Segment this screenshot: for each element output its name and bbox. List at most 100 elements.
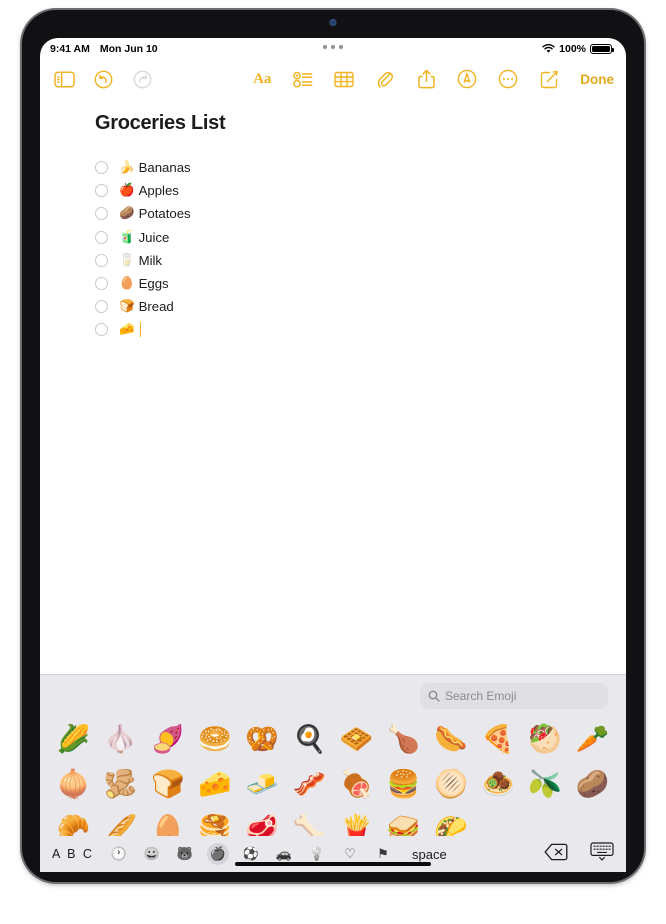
emoji-key[interactable]: 🍳 (293, 726, 327, 753)
list-item[interactable]: 🥛 Milk (95, 249, 626, 272)
space-key[interactable]: space (412, 847, 447, 862)
list-item[interactable]: 🍞 Bread (95, 295, 626, 318)
checkbox-icon[interactable] (95, 230, 108, 244)
emoji-key[interactable]: 🫓 (434, 771, 468, 798)
heart-icon: ♡ (344, 846, 356, 861)
ball-icon: ⚽ (242, 846, 260, 861)
list-item-emoji: 🍎 (119, 183, 135, 198)
emoji-key[interactable]: 🥙 (528, 726, 562, 753)
ipad-device-frame: 9:41 AM Mon Jun 10 100% Aa Done Grocerie… (22, 10, 644, 882)
ipad-screen: 9:41 AM Mon Jun 10 100% Aa Done Grocerie… (40, 38, 626, 872)
emoji-key[interactable]: 🍗 (387, 726, 421, 753)
delete-backward-icon[interactable] (544, 843, 568, 866)
abc-keyboard-button[interactable]: A B C (52, 847, 108, 861)
emoji-key[interactable]: 🧅 (57, 771, 91, 798)
flag-icon: ⚑ (377, 846, 389, 861)
ellipsis-circle-icon[interactable] (496, 67, 520, 91)
handle-dot (339, 45, 343, 49)
emoji-key[interactable]: 🥓 (293, 771, 327, 798)
status-date: Mon Jun 10 (99, 43, 158, 55)
status-bar: 9:41 AM Mon Jun 10 100% (40, 38, 626, 60)
emoji-key[interactable]: 🥔 (576, 771, 610, 798)
front-camera (329, 19, 337, 26)
home-indicator[interactable] (235, 862, 431, 866)
emoji-key[interactable]: 🍔 (387, 771, 421, 798)
emoji-grid: 🌽 🧄 🍠 🥯 🥨 🍳 🧇 🍗 🌭 🍕 🥙 🥕 🧅 🫚 🍞 🧀 🧈 🥓 🍖 🍔 🫓 🧆 🫒 🥔 🥐 🥖 🥚 🥞 🥩 🦴 🍟 🥪 🌮 (40, 717, 626, 852)
done-button[interactable]: Done (580, 72, 614, 87)
car-icon: 🚗 (275, 846, 293, 861)
emoji-key[interactable]: 🍠 (151, 726, 185, 753)
emoji-key[interactable]: 🧀 (198, 771, 232, 798)
wifi-icon (542, 44, 555, 54)
table-icon[interactable] (332, 67, 356, 91)
emoji-key[interactable]: 🥕 (576, 726, 610, 753)
list-item[interactable]: 🧃 Juice (95, 226, 626, 249)
emoji-key[interactable]: 🍕 (481, 726, 515, 753)
list-item-emoji: 🧀 (119, 322, 135, 337)
smiley-icon: 😀 (143, 846, 161, 861)
checkbox-icon[interactable] (95, 323, 108, 337)
emoji-key[interactable]: 🫒 (528, 771, 562, 798)
checkbox-icon[interactable] (95, 207, 108, 221)
emoji-key[interactable]: 🧈 (245, 771, 279, 798)
search-magnifier-icon (428, 690, 440, 702)
list-item-emoji: 🍌 (119, 160, 135, 175)
list-item[interactable]: 🍎 Apples (95, 179, 626, 202)
multitasking-handle[interactable] (323, 45, 343, 49)
note-editor[interactable]: Groceries List 🍌 Bananas 🍎 Apples 🥔 Potatoes 🧃… (40, 98, 626, 698)
list-item-emoji: 🥛 (119, 252, 135, 267)
markup-pen-circle-icon[interactable] (455, 67, 479, 91)
checkbox-icon[interactable] (95, 277, 108, 291)
clock-icon: 🕐 (110, 846, 128, 861)
list-item[interactable]: 🥚 Eggs (95, 272, 626, 295)
list-item-label: Milk (138, 252, 163, 268)
undo-arrow-icon[interactable] (91, 67, 115, 91)
list-item-emoji: 🍞 (119, 299, 135, 314)
emoji-category-smileys-people[interactable]: 😀 (141, 843, 163, 865)
list-item[interactable]: 🍌 Bananas (95, 156, 626, 179)
list-item-label: Eggs (138, 276, 169, 292)
emoji-key[interactable]: 🧄 (104, 726, 138, 753)
emoji-key[interactable]: 🍞 (151, 771, 185, 798)
emoji-key[interactable]: 🍖 (340, 771, 374, 798)
emoji-search-row: Search Emoji (40, 675, 626, 717)
emoji-key[interactable]: 🥯 (198, 726, 232, 753)
checkbox-icon[interactable] (95, 161, 108, 175)
battery-icon (590, 43, 614, 55)
emoji-key[interactable]: 🧆 (481, 771, 515, 798)
checkbox-icon[interactable] (95, 184, 108, 198)
search-input[interactable]: Search Emoji (420, 683, 608, 709)
checklist: 🍌 Bananas 🍎 Apples 🥔 Potatoes 🧃 Juice 🥛 Milk 🥚 Eggs… (95, 156, 626, 342)
redo-arrow-icon (130, 67, 154, 91)
share-icon[interactable] (414, 67, 438, 91)
compose-pencil-icon[interactable] (537, 67, 561, 91)
list-item[interactable]: 🥔 Potatoes (95, 202, 626, 225)
aa-text-format-icon[interactable]: Aa (250, 67, 274, 91)
list-item-label: Bread (138, 299, 174, 315)
emoji-category-animals-nature[interactable]: 🐻 (174, 843, 196, 865)
checkbox-icon[interactable] (95, 300, 108, 314)
paperclip-icon[interactable] (373, 67, 397, 91)
emoji-category-recents[interactable]: 🕐 (108, 843, 130, 865)
emoji-key[interactable]: 🌽 (57, 726, 91, 753)
sidebar-icon[interactable] (52, 67, 76, 91)
emoji-key[interactable]: 🫚 (104, 771, 138, 798)
emoji-key[interactable]: 🥨 (245, 726, 279, 753)
battery-percent-label: 100% (559, 43, 586, 55)
animal-paw-icon: 🐻 (176, 846, 194, 861)
apple-icon: 🍎 (209, 846, 227, 861)
emoji-category-food-drink[interactable]: 🍎 (207, 843, 229, 865)
emoji-keyboard: Search Emoji 🌽 🧄 🍠 🥯 🥨 🍳 🧇 🍗 🌭 🍕 🥙 🥕 🧅 🫚 🍞 🧀 🧈 🥓 🍖 🍔 🫓 🧆 🫒 🥔 🥐 🥖 🥚… (40, 674, 626, 872)
notes-toolbar: Aa Done (40, 60, 626, 98)
handle-dot (323, 45, 327, 49)
list-item-emoji: 🥔 (119, 206, 135, 221)
emoji-key[interactable]: 🌭 (434, 726, 468, 753)
checkbox-icon[interactable] (95, 253, 108, 267)
emoji-key[interactable]: 🧇 (340, 726, 374, 753)
list-item[interactable]: 🧀 (95, 318, 626, 341)
list-item-label: Juice (138, 229, 170, 245)
status-time: 9:41 AM (50, 43, 90, 55)
list-item-emoji: 🥚 (119, 276, 135, 291)
checklist-icon[interactable] (291, 67, 315, 91)
keyboard-dismiss-icon[interactable] (590, 842, 614, 866)
